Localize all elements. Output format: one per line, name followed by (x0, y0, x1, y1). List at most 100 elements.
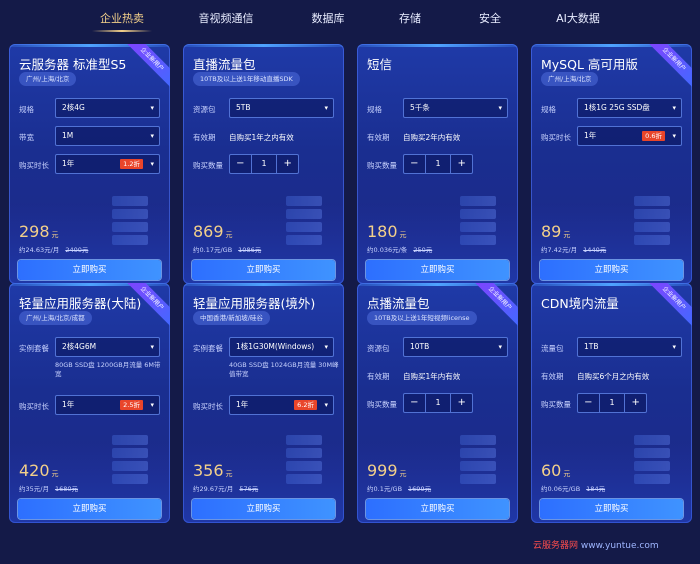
plan-description: 80GB SSD盘 1200GB月流量 6M带宽 (55, 361, 161, 378)
price: 869 元 (193, 222, 233, 241)
option-select[interactable]: 1M ▾ (55, 126, 160, 146)
chevron-down-icon: ▾ (150, 343, 154, 351)
watermark-red: 云服务器网 (533, 541, 579, 551)
card-title: 云服务器 标准型S5 (19, 57, 127, 72)
option-select[interactable]: 1年 6.2折 ▾ (229, 395, 334, 415)
product-card: 短信 规格 5千条 ▾ 有效期 自购买2年内有效 购买数量 −1 +180 元约0.036元/条 2… (357, 44, 518, 284)
buy-now-button[interactable]: 立即购买 (540, 499, 683, 519)
original-price: 2400元 (65, 246, 89, 254)
chevron-down-icon: ▾ (672, 343, 676, 351)
option-select[interactable]: 5千条 ▾ (403, 98, 508, 118)
ribbon-label: 企业新用户 (648, 283, 692, 327)
original-price: 1440元 (583, 246, 607, 254)
price: 180 元 (367, 222, 407, 241)
card-top-glow (183, 283, 344, 286)
quantity-value[interactable]: 1 (424, 155, 452, 173)
chevron-down-icon: ▾ (150, 401, 154, 409)
increment-button[interactable]: + (277, 155, 298, 173)
buy-now-button[interactable]: 立即购买 (18, 260, 161, 280)
card-top-glow (183, 44, 344, 47)
chevron-down-icon: ▾ (672, 132, 676, 140)
field-label: 带宽 (19, 133, 34, 142)
chevron-down-icon: ▾ (150, 132, 154, 140)
card-title: 短信 (367, 57, 393, 72)
price-amount: 356 (193, 461, 224, 480)
tab-database[interactable]: 数据库 (312, 10, 345, 26)
product-card: 企业新用户 CDN境内流量 流量包 1TB ▾ 有效期 自购买6个月之内有效 购买数量 −1 +6… (531, 283, 692, 523)
region-badge: 10TB及以上送1年移动直播SDK (193, 72, 300, 86)
option-select[interactable]: 1年 1.2折 ▾ (55, 154, 160, 174)
buy-now-button[interactable]: 立即购买 (540, 260, 683, 280)
price-amount: 180 (367, 222, 398, 241)
select-value: 10TB (410, 342, 430, 351)
server-illustration-icon (112, 196, 148, 254)
increment-button[interactable]: + (451, 394, 472, 412)
quantity-stepper: −1 + (403, 393, 473, 413)
unit-price: 约0.036元/条 (367, 246, 408, 254)
option-select[interactable]: 10TB ▾ (403, 337, 508, 357)
price-unit: 元 (225, 470, 233, 478)
tab-storage[interactable]: 存储 (399, 10, 421, 26)
buy-now-button[interactable]: 立即购买 (192, 499, 335, 519)
option-select[interactable]: 2核4G ▾ (55, 98, 160, 118)
price-amount: 89 (541, 222, 562, 241)
original-price: 250元 (413, 246, 433, 254)
original-price: 576元 (239, 485, 259, 493)
card-title: CDN境内流量 (541, 296, 619, 311)
price-unit: 元 (399, 470, 407, 478)
card-title: 直播流量包 (193, 57, 256, 72)
chevron-down-icon: ▾ (324, 104, 328, 112)
buy-now-button[interactable]: 立即购买 (18, 499, 161, 519)
field-label: 有效期 (367, 133, 390, 142)
unit-price: 约0.06元/GB (541, 485, 581, 493)
region-badge: 10TB及以上送1年短视频license (367, 311, 477, 325)
discount-badge: 1.2折 (120, 159, 143, 169)
select-value: 1年 (236, 400, 249, 409)
unit-price: 约24.63元/月 (19, 246, 60, 254)
chevron-down-icon: ▾ (498, 104, 502, 112)
discount-badge: 6.2折 (294, 400, 317, 410)
field-label: 购买数量 (541, 400, 571, 409)
tab-hot-sale[interactable]: 企业热卖 (100, 10, 144, 26)
price-unit: 元 (51, 231, 59, 239)
option-select[interactable]: 5TB ▾ (229, 98, 334, 118)
product-card: 企业新用户 云服务器 标准型S5 广州/上海/北京 规格 2核4G ▾ 带宽 1M ▾ 购买时长 1… (9, 44, 170, 284)
chevron-down-icon: ▾ (324, 401, 328, 409)
quantity-value[interactable]: 1 (250, 155, 278, 173)
tab-ai-bigdata[interactable]: AI大数据 (556, 10, 600, 26)
buy-now-button[interactable]: 立即购买 (366, 499, 509, 519)
quantity-value[interactable]: 1 (424, 394, 452, 412)
new-user-ribbon: 企业新用户 (126, 44, 170, 88)
field-label: 购买时长 (193, 402, 223, 411)
option-select[interactable]: 2核4G6M ▾ (55, 337, 160, 357)
increment-button[interactable]: + (451, 155, 472, 173)
price-note: 约24.63元/月 2400元 (19, 244, 88, 254)
chevron-down-icon: ▾ (324, 343, 328, 351)
field-label: 资源包 (367, 344, 390, 353)
new-user-ribbon: 企业新用户 (474, 283, 518, 327)
decrement-button[interactable]: − (404, 155, 425, 173)
new-user-ribbon: 企业新用户 (648, 283, 692, 327)
decrement-button[interactable]: − (230, 155, 251, 173)
quantity-value[interactable]: 1 (598, 394, 626, 412)
option-select[interactable]: 1年 0.6折 ▾ (577, 126, 682, 146)
increment-button[interactable]: + (625, 394, 646, 412)
tab-security[interactable]: 安全 (479, 10, 501, 26)
tab-av-communication[interactable]: 音视频通信 (199, 10, 254, 26)
option-select[interactable]: 1TB ▾ (577, 337, 682, 357)
server-illustration-icon (634, 435, 670, 493)
original-price: 184元 (586, 485, 606, 493)
option-select[interactable]: 1核1G 25G SSD盘 ▾ (577, 98, 682, 118)
field-label: 规格 (19, 105, 34, 114)
option-select[interactable]: 1年 2.5折 ▾ (55, 395, 160, 415)
region-badge: 广州/上海/北京 (541, 72, 599, 86)
discount-badge: 0.6折 (642, 131, 665, 141)
buy-now-button[interactable]: 立即购买 (192, 260, 335, 280)
active-tab-indicator (92, 30, 152, 32)
decrement-button[interactable]: − (404, 394, 425, 412)
decrement-button[interactable]: − (578, 394, 599, 412)
option-select[interactable]: 1核1G30M(Windows) ▾ (229, 337, 334, 357)
buy-now-button[interactable]: 立即购买 (366, 260, 509, 280)
category-tabs: 企业热卖 音视频通信 数据库 存储 安全 AI大数据 (0, 0, 700, 34)
price-unit: 元 (399, 231, 407, 239)
